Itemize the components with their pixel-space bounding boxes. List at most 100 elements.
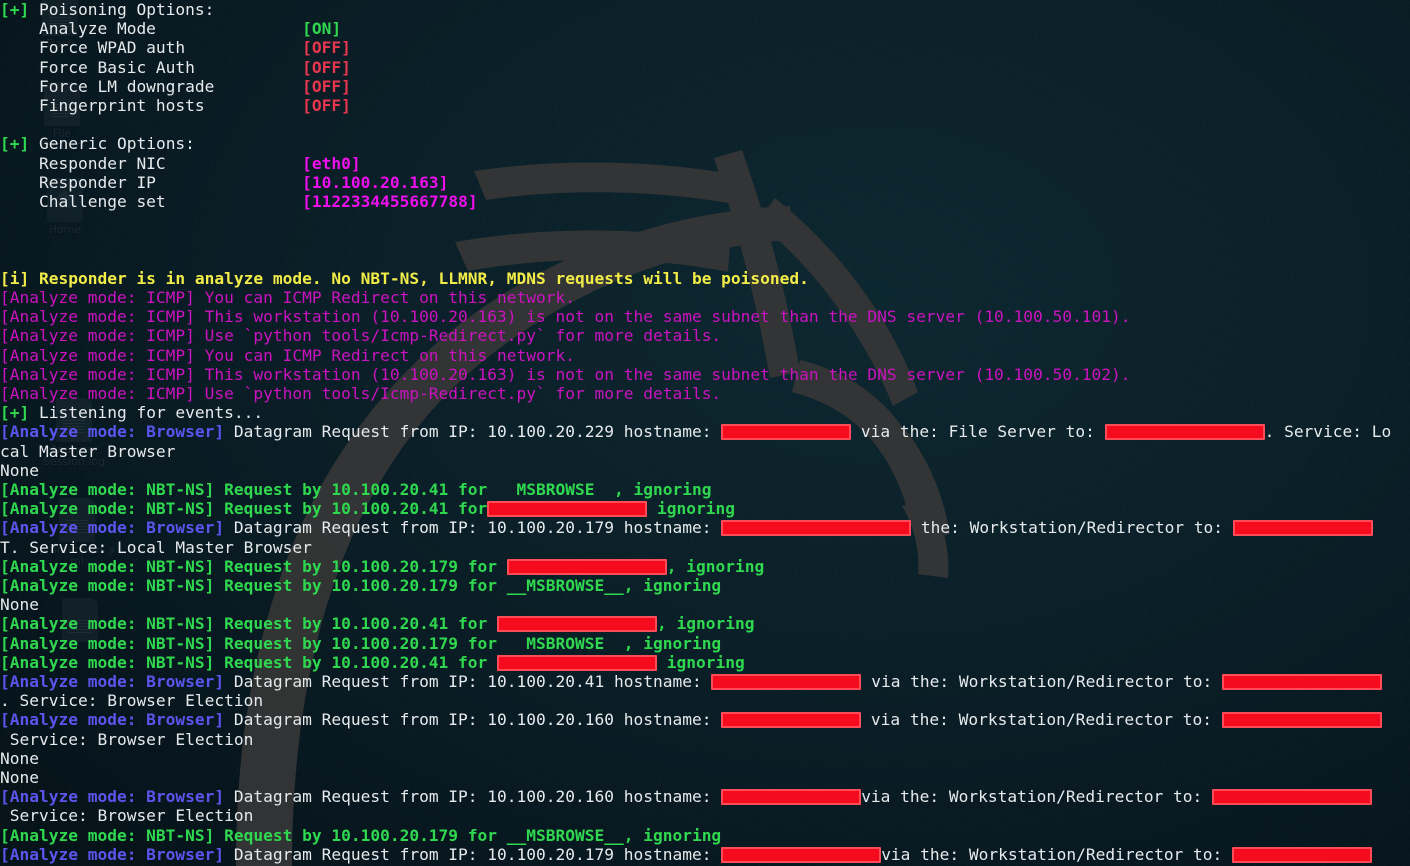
option-label: Force WPAD auth [0, 38, 186, 58]
analyze-mode-tag: [Analyze mode: NBT-NS] [0, 499, 215, 519]
generic-options-header: [+] Generic Options: [0, 134, 195, 153]
option-value: [eth0] [302, 153, 361, 173]
log-text: , ignoring [666, 556, 765, 576]
log-text: Service: Browser Election [0, 806, 254, 826]
option-row: Force WPAD auth [OFF] [0, 38, 351, 57]
option-value: [1122334455667788] [302, 192, 478, 211]
log-text: None [0, 768, 39, 787]
analyze-mode-tag: [Analyze mode: Browser] [0, 844, 225, 864]
option-value: [OFF] [302, 38, 351, 58]
icmp-line-text: [Analyze mode: ICMP] You can ICMP Redire… [0, 345, 575, 365]
option-value: [10.100.20.163] [302, 172, 449, 192]
analyze-mode-tag: [Analyze mode: NBT-NS] [0, 652, 215, 672]
log-text: via the: Workstation/Redirector to: [881, 844, 1233, 864]
log-text: Request by 10.100.20.41 for MSBROWSE , i… [214, 480, 712, 499]
analyze-mode-tag: [Analyze mode: Browser] [0, 422, 225, 442]
redaction-bar [1222, 674, 1383, 690]
log-continuation-line: cal Master Browser [0, 442, 175, 461]
analyze-mode-tag: [Analyze mode: Browser] [0, 787, 225, 807]
option-row: Responder IP [10.100.20.163] [0, 173, 448, 192]
log-continuation-line: . Service: Browser Election [0, 691, 263, 710]
log-text: cal Master Browser [0, 441, 176, 461]
option-row: Analyze Mode [ON] [0, 19, 341, 38]
browser-log-line: [Analyze mode: Browser] Datagram Request… [0, 844, 1373, 864]
option-value: [OFF] [302, 57, 351, 77]
listening-line: [+] Listening for events... [0, 403, 263, 422]
icmp-analyze-line: [Analyze mode: ICMP] This workstation (1… [0, 307, 1131, 326]
nbtns-log-line: [Analyze mode: NBT-NS] Request by 10.100… [0, 614, 755, 633]
option-label: Analyze Mode [0, 19, 156, 39]
banner-text: [i] Responder is in analyze mode. No NBT… [0, 268, 809, 288]
log-continuation-line: Service: Browser Election [0, 806, 254, 826]
log-text: Datagram Request from IP: 10.100.20.160 … [224, 710, 722, 730]
icmp-line-text: [Analyze mode: ICMP] This workstation (1… [0, 364, 1131, 384]
icmp-line-text: [Analyze mode: ICMP] You can ICMP Redire… [0, 288, 575, 307]
log-continuation-line: None [0, 749, 39, 768]
browser-log-line: [Analyze mode: Browser] Datagram Request… [0, 672, 1383, 691]
section-prefix: [+] [0, 0, 30, 19]
log-text: via the: File Server to: [851, 422, 1105, 442]
analyze-mode-tag: [Analyze mode: Browser] [0, 710, 225, 730]
analyze-mode-tag: [Analyze mode: NBT-NS] [0, 480, 215, 499]
log-text: Service: Browser Election [0, 729, 254, 749]
log-text: None [0, 595, 39, 615]
option-label: Fingerprint hosts [0, 96, 205, 115]
option-label: Responder IP [0, 172, 156, 192]
redaction-bar [721, 424, 852, 441]
nbtns-log-line: [Analyze mode: NBT-NS] Request by 10.100… [0, 557, 764, 576]
nbtns-log-line: [Analyze mode: NBT-NS] Request by 10.100… [0, 576, 721, 595]
log-text: T. Service: Local Master Browser [0, 537, 312, 557]
option-label: Force Basic Auth [0, 57, 195, 77]
nbtns-log-line: [Analyze mode: NBT-NS] Request by 10.100… [0, 499, 735, 518]
log-continuation-line: Service: Browser Election [0, 729, 254, 749]
icmp-analyze-line: [Analyze mode: ICMP] You can ICMP Redire… [0, 288, 575, 307]
option-row: Force Basic Auth [OFF] [0, 58, 351, 77]
redaction-bar [721, 712, 862, 729]
redaction-bar [1232, 846, 1373, 863]
section-prefix: [+] [0, 403, 30, 423]
option-row: Responder NIC [eth0] [0, 154, 361, 173]
nbtns-log-line: [Analyze mode: NBT-NS] Request by 10.100… [0, 480, 711, 499]
analyze-mode-banner: [i] Responder is in analyze mode. No NBT… [0, 269, 809, 288]
icmp-analyze-line: [Analyze mode: ICMP] Use `python tools/I… [0, 326, 721, 345]
analyze-mode-tag: [Analyze mode: Browser] [0, 672, 225, 691]
log-text: , ignoring [657, 614, 755, 634]
redaction-bar [1232, 520, 1373, 537]
icmp-analyze-line: [Analyze mode: ICMP] Use `python tools/I… [0, 384, 721, 403]
option-value: [OFF] [302, 96, 351, 115]
analyze-mode-tag: [Analyze mode: NBT-NS] [0, 614, 215, 634]
redaction-bar [721, 846, 882, 863]
option-row: Fingerprint hosts [OFF] [0, 96, 351, 115]
terminal-window[interactable]: Trash File System Home Analyzer Session.… [0, 0, 1410, 866]
log-text: ignoring [647, 499, 736, 519]
terminal-scrollback[interactable]: [+] Poisoning Options: Analyze Mode [ON]… [0, 0, 1410, 866]
redaction-bar [506, 558, 667, 575]
redaction-bar [1212, 789, 1373, 806]
log-text: via the: Workstation/Redirector to: [861, 787, 1213, 807]
redaction-bar [497, 616, 658, 633]
log-text: Datagram Request from IP: 10.100.20.179 … [224, 518, 722, 538]
log-text: Datagram Request from IP: 10.100.20.179 … [224, 844, 722, 864]
analyze-mode-tag: [Analyze mode: NBT-NS] [0, 556, 215, 576]
section-title: Poisoning Options: [29, 0, 215, 19]
log-text: Request by 10.100.20.179 for MSBROWSE , … [214, 633, 722, 653]
log-continuation-line: None [0, 595, 39, 614]
icmp-line-text: [Analyze mode: ICMP] Use `python tools/I… [0, 326, 722, 346]
log-text: Datagram Request from IP: 10.100.20.41 h… [224, 672, 712, 691]
section-prefix: [+] [0, 134, 30, 154]
redaction-bar [1104, 424, 1265, 441]
log-text: the: Workstation/Redirector to: [911, 518, 1233, 538]
log-text: Request by 10.100.20.41 for [214, 614, 498, 634]
analyze-mode-tag: [Analyze mode: NBT-NS] [0, 633, 215, 653]
log-text: Request by 10.100.20.179 for __MSBROWSE_… [214, 576, 722, 595]
poisoning-options-header: [+] Poisoning Options: [0, 0, 214, 19]
analyze-mode-tag: [Analyze mode: NBT-NS] [0, 576, 215, 595]
